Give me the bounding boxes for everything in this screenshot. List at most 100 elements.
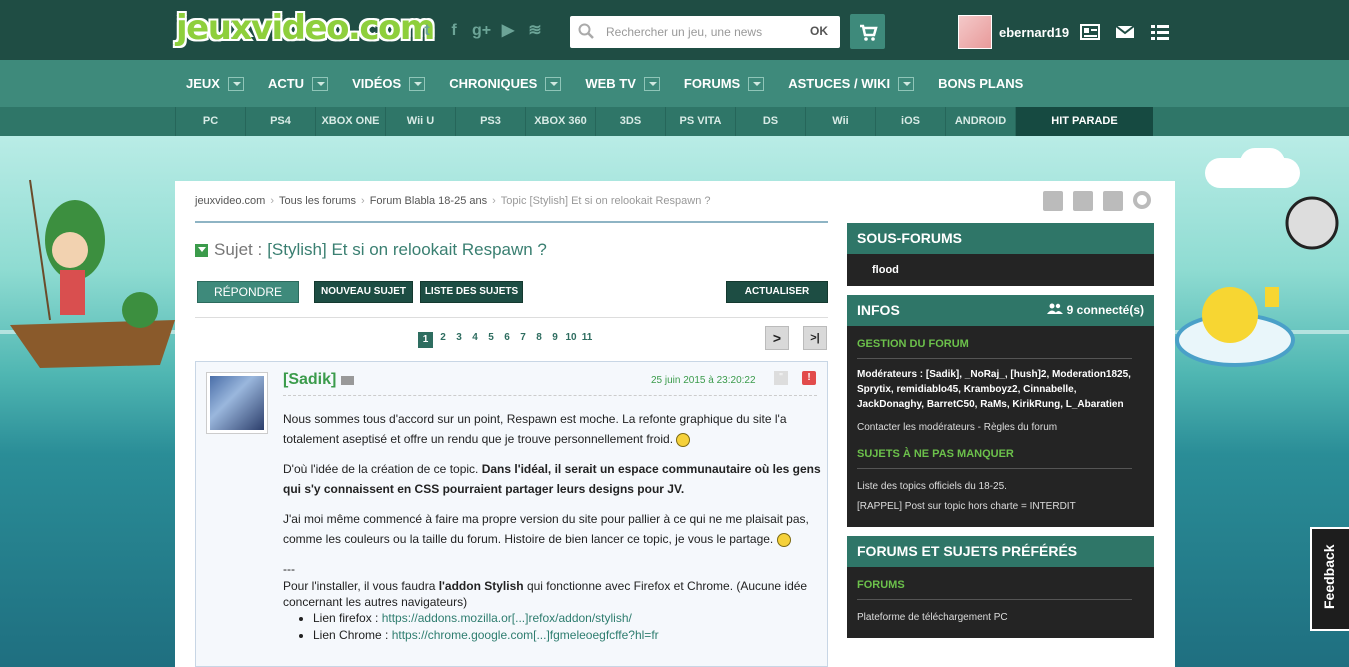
favorite-forum-link[interactable]: Plateforme de téléchargement PC	[857, 608, 1144, 628]
platform-tab-ps-vita[interactable]: PS VITA	[665, 107, 735, 136]
topic-subject: Sujet : [Stylish] Et si on relookait Res…	[195, 240, 828, 260]
user-avatar[interactable]	[958, 15, 992, 49]
cart-button[interactable]	[850, 14, 885, 49]
breadcrumb-home[interactable]: jeuxvideo.com	[195, 195, 265, 207]
link-label: Lien firefox :	[313, 611, 379, 625]
page-current[interactable]: 1	[418, 332, 433, 348]
nav-item-bons-plans[interactable]: BONS PLANS	[938, 76, 1023, 91]
youtube-icon[interactable]: ▶	[499, 22, 517, 40]
platform-nav: PC PS4 XBOX ONE Wii U PS3 XBOX 360 3DS PS VITA D…	[0, 107, 1349, 136]
rss-icon[interactable]: ≋	[526, 22, 544, 40]
platform-tab-pc[interactable]: PC	[175, 107, 245, 136]
platform-tab-hit-parade[interactable]: HIT PARADE	[1015, 107, 1153, 136]
mail-icon[interactable]	[1115, 23, 1135, 41]
platform-tab-xbox-one[interactable]: XBOX ONE	[315, 107, 385, 136]
site-logo[interactable]: jeuxvideo.com	[176, 8, 435, 48]
connected-count[interactable]: 9 connecté(s)	[1047, 295, 1144, 326]
breadcrumb-current: Topic [Stylish] Et si on relookait Respa…	[500, 195, 711, 207]
nav-item-astuces-wiki[interactable]: ASTUCES / WIKI	[788, 76, 915, 91]
page-link[interactable]: 7	[515, 332, 531, 348]
block-title: SOUS-FORUMS	[847, 223, 1154, 254]
chevron-down-icon[interactable]	[748, 76, 765, 91]
favorite-star-icon[interactable]	[1043, 191, 1063, 211]
page-link[interactable]: 9	[547, 332, 563, 348]
facebook-icon[interactable]: f	[445, 22, 463, 40]
platform-tab-android[interactable]: ANDROID	[945, 107, 1015, 136]
page-link[interactable]: 11	[579, 332, 595, 348]
chevron-down-icon[interactable]	[545, 76, 562, 91]
nav-item-label: FORUMS	[683, 76, 741, 91]
collapse-toggle-icon[interactable]	[195, 243, 208, 257]
pinned-topic-link[interactable]: Liste des topics officiels du 18-25.	[857, 477, 1144, 497]
post-author[interactable]: [Sadik]	[283, 371, 336, 389]
page-link[interactable]: 4	[467, 332, 483, 348]
breadcrumb-separator: ›	[492, 195, 496, 207]
gear-icon[interactable]	[1133, 191, 1151, 209]
page-link[interactable]: 3	[451, 332, 467, 348]
forum-tools	[1043, 191, 1151, 211]
platform-tab-wii[interactable]: Wii	[805, 107, 875, 136]
pinned-topic-link[interactable]: [RAPPEL] Post sur topic hors charte = IN…	[857, 497, 1144, 517]
platform-tab-ds[interactable]: DS	[735, 107, 805, 136]
sous-forum-link[interactable]: flood	[872, 264, 1129, 276]
platform-tab-ps3[interactable]: PS3	[455, 107, 525, 136]
nav-item-chroniques[interactable]: CHRONIQUES	[449, 76, 562, 91]
author-avatar[interactable]	[206, 372, 268, 434]
search-input[interactable]	[606, 22, 796, 42]
nav-item-actu[interactable]: ACTU	[268, 76, 329, 91]
profile-card-icon[interactable]	[1080, 23, 1100, 41]
google-plus-icon[interactable]: g+	[472, 22, 491, 40]
next-page-button[interactable]: >	[765, 326, 789, 350]
chevron-down-icon[interactable]	[409, 76, 426, 91]
nav-item-web-tv[interactable]: WEB TV	[585, 76, 660, 91]
connected-label: 9 connecté(s)	[1066, 303, 1144, 317]
platform-tab-ios[interactable]: iOS	[875, 107, 945, 136]
breadcrumb-all-forums[interactable]: Tous les forums	[279, 195, 356, 207]
chevron-down-icon[interactable]	[643, 76, 660, 91]
post-paragraph: D'où l'idée de la création de ce topic.	[283, 462, 479, 476]
contact-moderators-link[interactable]: Contacter les modérateurs - Règles du fo…	[857, 418, 1144, 438]
platform-tab-xbox-360[interactable]: XBOX 360	[525, 107, 595, 136]
subject-list-button[interactable]: LISTE DES SUJETS	[420, 281, 523, 303]
quote-icon[interactable]: "	[774, 371, 788, 385]
chevron-down-icon[interactable]	[227, 76, 244, 91]
breadcrumb-separator: ›	[270, 195, 274, 207]
font-size-icon[interactable]	[1073, 191, 1093, 211]
platform-tab-wii-u[interactable]: Wii U	[385, 107, 455, 136]
page-link[interactable]: 8	[531, 332, 547, 348]
post-date[interactable]: 25 juin 2015 à 23:20:22	[651, 375, 756, 386]
nav-item-forums[interactable]: FORUMS	[683, 76, 765, 91]
chrome-link[interactable]: https://chrome.google.com[...]fgmeleoegf…	[392, 628, 659, 642]
smiley-icon	[676, 432, 691, 447]
page-link[interactable]: 2	[435, 332, 451, 348]
sidebar: SOUS-FORUMS flood INFOS 9 connecté(s) GE…	[847, 223, 1154, 647]
nav-item-vid-os[interactable]: VIDÉOS	[352, 76, 426, 91]
page-link[interactable]: 5	[483, 332, 499, 348]
page-link[interactable]: 10	[563, 332, 579, 348]
report-icon[interactable]: !	[802, 371, 816, 385]
search-ok-button[interactable]: OK	[810, 24, 828, 38]
page-link[interactable]: 6	[499, 332, 515, 348]
block-title: FORUMS ET SUJETS PRÉFÉRÉS	[847, 536, 1154, 567]
firefox-link[interactable]: https://addons.mozilla.or[...]refox/addo…	[382, 611, 632, 625]
twitter-icon[interactable]: t	[418, 22, 436, 40]
feedback-button[interactable]: Feedback	[1310, 527, 1349, 631]
edit-icon[interactable]	[1103, 191, 1123, 211]
platform-tab-3ds[interactable]: 3DS	[595, 107, 665, 136]
private-message-icon[interactable]	[341, 376, 354, 385]
post-paragraph: Nous sommes tous d'accord sur un point, …	[283, 412, 787, 446]
menu-list-icon[interactable]	[1150, 23, 1170, 41]
nav-item-label: VIDÉOS	[352, 76, 402, 91]
breadcrumb-forum[interactable]: Forum Blabla 18-25 ans	[370, 195, 487, 207]
platform-tab-ps4[interactable]: PS4	[245, 107, 315, 136]
moderators-list[interactable]: Modérateurs : [Sadik], _NoRaj_, [hush]2,…	[857, 367, 1144, 412]
nav-item-jeux[interactable]: JEUX	[186, 76, 244, 91]
last-page-button[interactable]: >|	[803, 326, 827, 350]
username[interactable]: ebernard19	[999, 25, 1069, 40]
refresh-button[interactable]: ACTUALISER	[726, 281, 828, 303]
chevron-down-icon[interactable]	[312, 76, 329, 91]
new-subject-button[interactable]: NOUVEAU SUJET	[314, 281, 413, 303]
chevron-down-icon[interactable]	[898, 76, 915, 91]
reply-button[interactable]: RÉPONDRE	[197, 281, 299, 303]
boat-illustration	[10, 179, 175, 368]
